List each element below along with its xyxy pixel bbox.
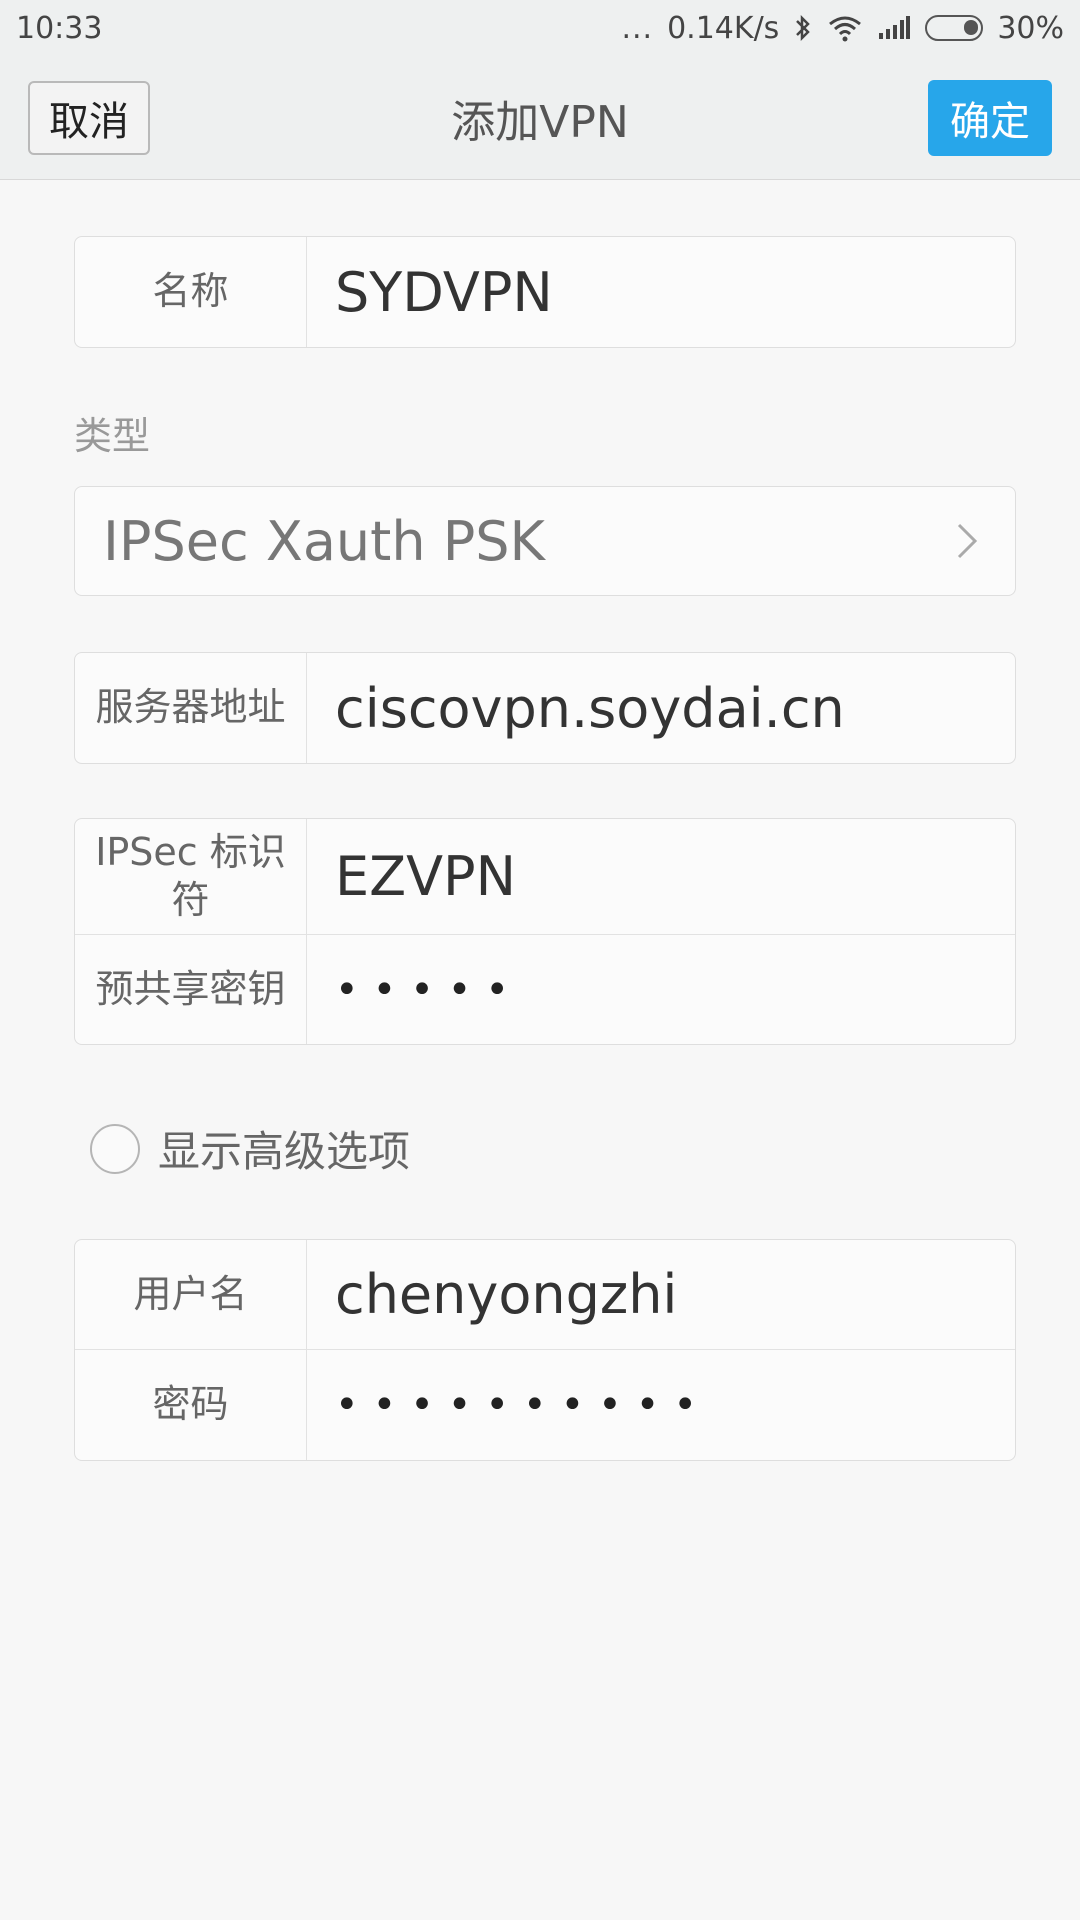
title-bar: 添加VPN 取消 确定 bbox=[0, 56, 1080, 180]
name-card: 名称 SYDVPN bbox=[74, 236, 1016, 348]
battery-icon bbox=[925, 15, 984, 41]
confirm-button[interactable]: 确定 bbox=[928, 80, 1052, 156]
password-row: 密码 •••••••••• bbox=[75, 1350, 1015, 1460]
more-notifications-icon: ... bbox=[621, 10, 654, 46]
ipsec-card: IPSec 标识符 EZVPN 预共享密钥 ••••• bbox=[74, 818, 1016, 1045]
username-label: 用户名 bbox=[75, 1240, 307, 1349]
page-title: 添加VPN bbox=[451, 97, 629, 148]
wifi-icon bbox=[827, 14, 863, 42]
advanced-options-radio[interactable] bbox=[90, 1123, 140, 1174]
name-row: 名称 SYDVPN bbox=[75, 237, 1015, 347]
cancel-button[interactable]: 取消 bbox=[28, 81, 150, 155]
server-card: 服务器地址 ciscovpn.soydai.cn bbox=[74, 652, 1016, 764]
chevron-right-icon bbox=[937, 521, 997, 561]
password-input[interactable]: •••••••••• bbox=[307, 1350, 1015, 1460]
server-input[interactable]: ciscovpn.soydai.cn bbox=[307, 653, 1015, 763]
psk-label: 预共享密钥 bbox=[75, 935, 307, 1044]
password-label: 密码 bbox=[75, 1350, 307, 1460]
credentials-card: 用户名 chenyongzhi 密码 •••••••••• bbox=[74, 1239, 1016, 1461]
vpn-type-value: IPSec Xauth PSK bbox=[103, 509, 545, 573]
vpn-type-selector[interactable]: IPSec Xauth PSK bbox=[74, 486, 1016, 596]
status-time: 10:33 bbox=[16, 10, 103, 46]
name-input[interactable]: SYDVPN bbox=[307, 237, 1015, 347]
psk-row: 预共享密钥 ••••• bbox=[75, 935, 1015, 1044]
status-bar: 10:33 ... 0.14K/s 30% bbox=[0, 0, 1080, 56]
username-row: 用户名 chenyongzhi bbox=[75, 1240, 1015, 1350]
show-advanced-option[interactable]: 显示高级选项 bbox=[90, 1118, 410, 1179]
psk-input[interactable]: ••••• bbox=[307, 935, 1015, 1044]
ipsec-id-input[interactable]: EZVPN bbox=[307, 819, 1015, 934]
signal-icon bbox=[877, 15, 911, 41]
ipsec-id-row: IPSec 标识符 EZVPN bbox=[75, 819, 1015, 935]
server-row: 服务器地址 ciscovpn.soydai.cn bbox=[75, 653, 1015, 763]
bluetooth-icon bbox=[793, 14, 813, 42]
network-speed: 0.14K/s bbox=[667, 10, 780, 46]
battery-percent: 30% bbox=[997, 10, 1064, 46]
advanced-options-label: 显示高级选项 bbox=[158, 1127, 411, 1176]
ipsec-id-label: IPSec 标识符 bbox=[75, 819, 307, 934]
username-input[interactable]: chenyongzhi bbox=[307, 1240, 1015, 1349]
name-label: 名称 bbox=[75, 237, 307, 347]
server-label: 服务器地址 bbox=[75, 653, 307, 763]
type-section-label: 类型 bbox=[74, 414, 151, 458]
